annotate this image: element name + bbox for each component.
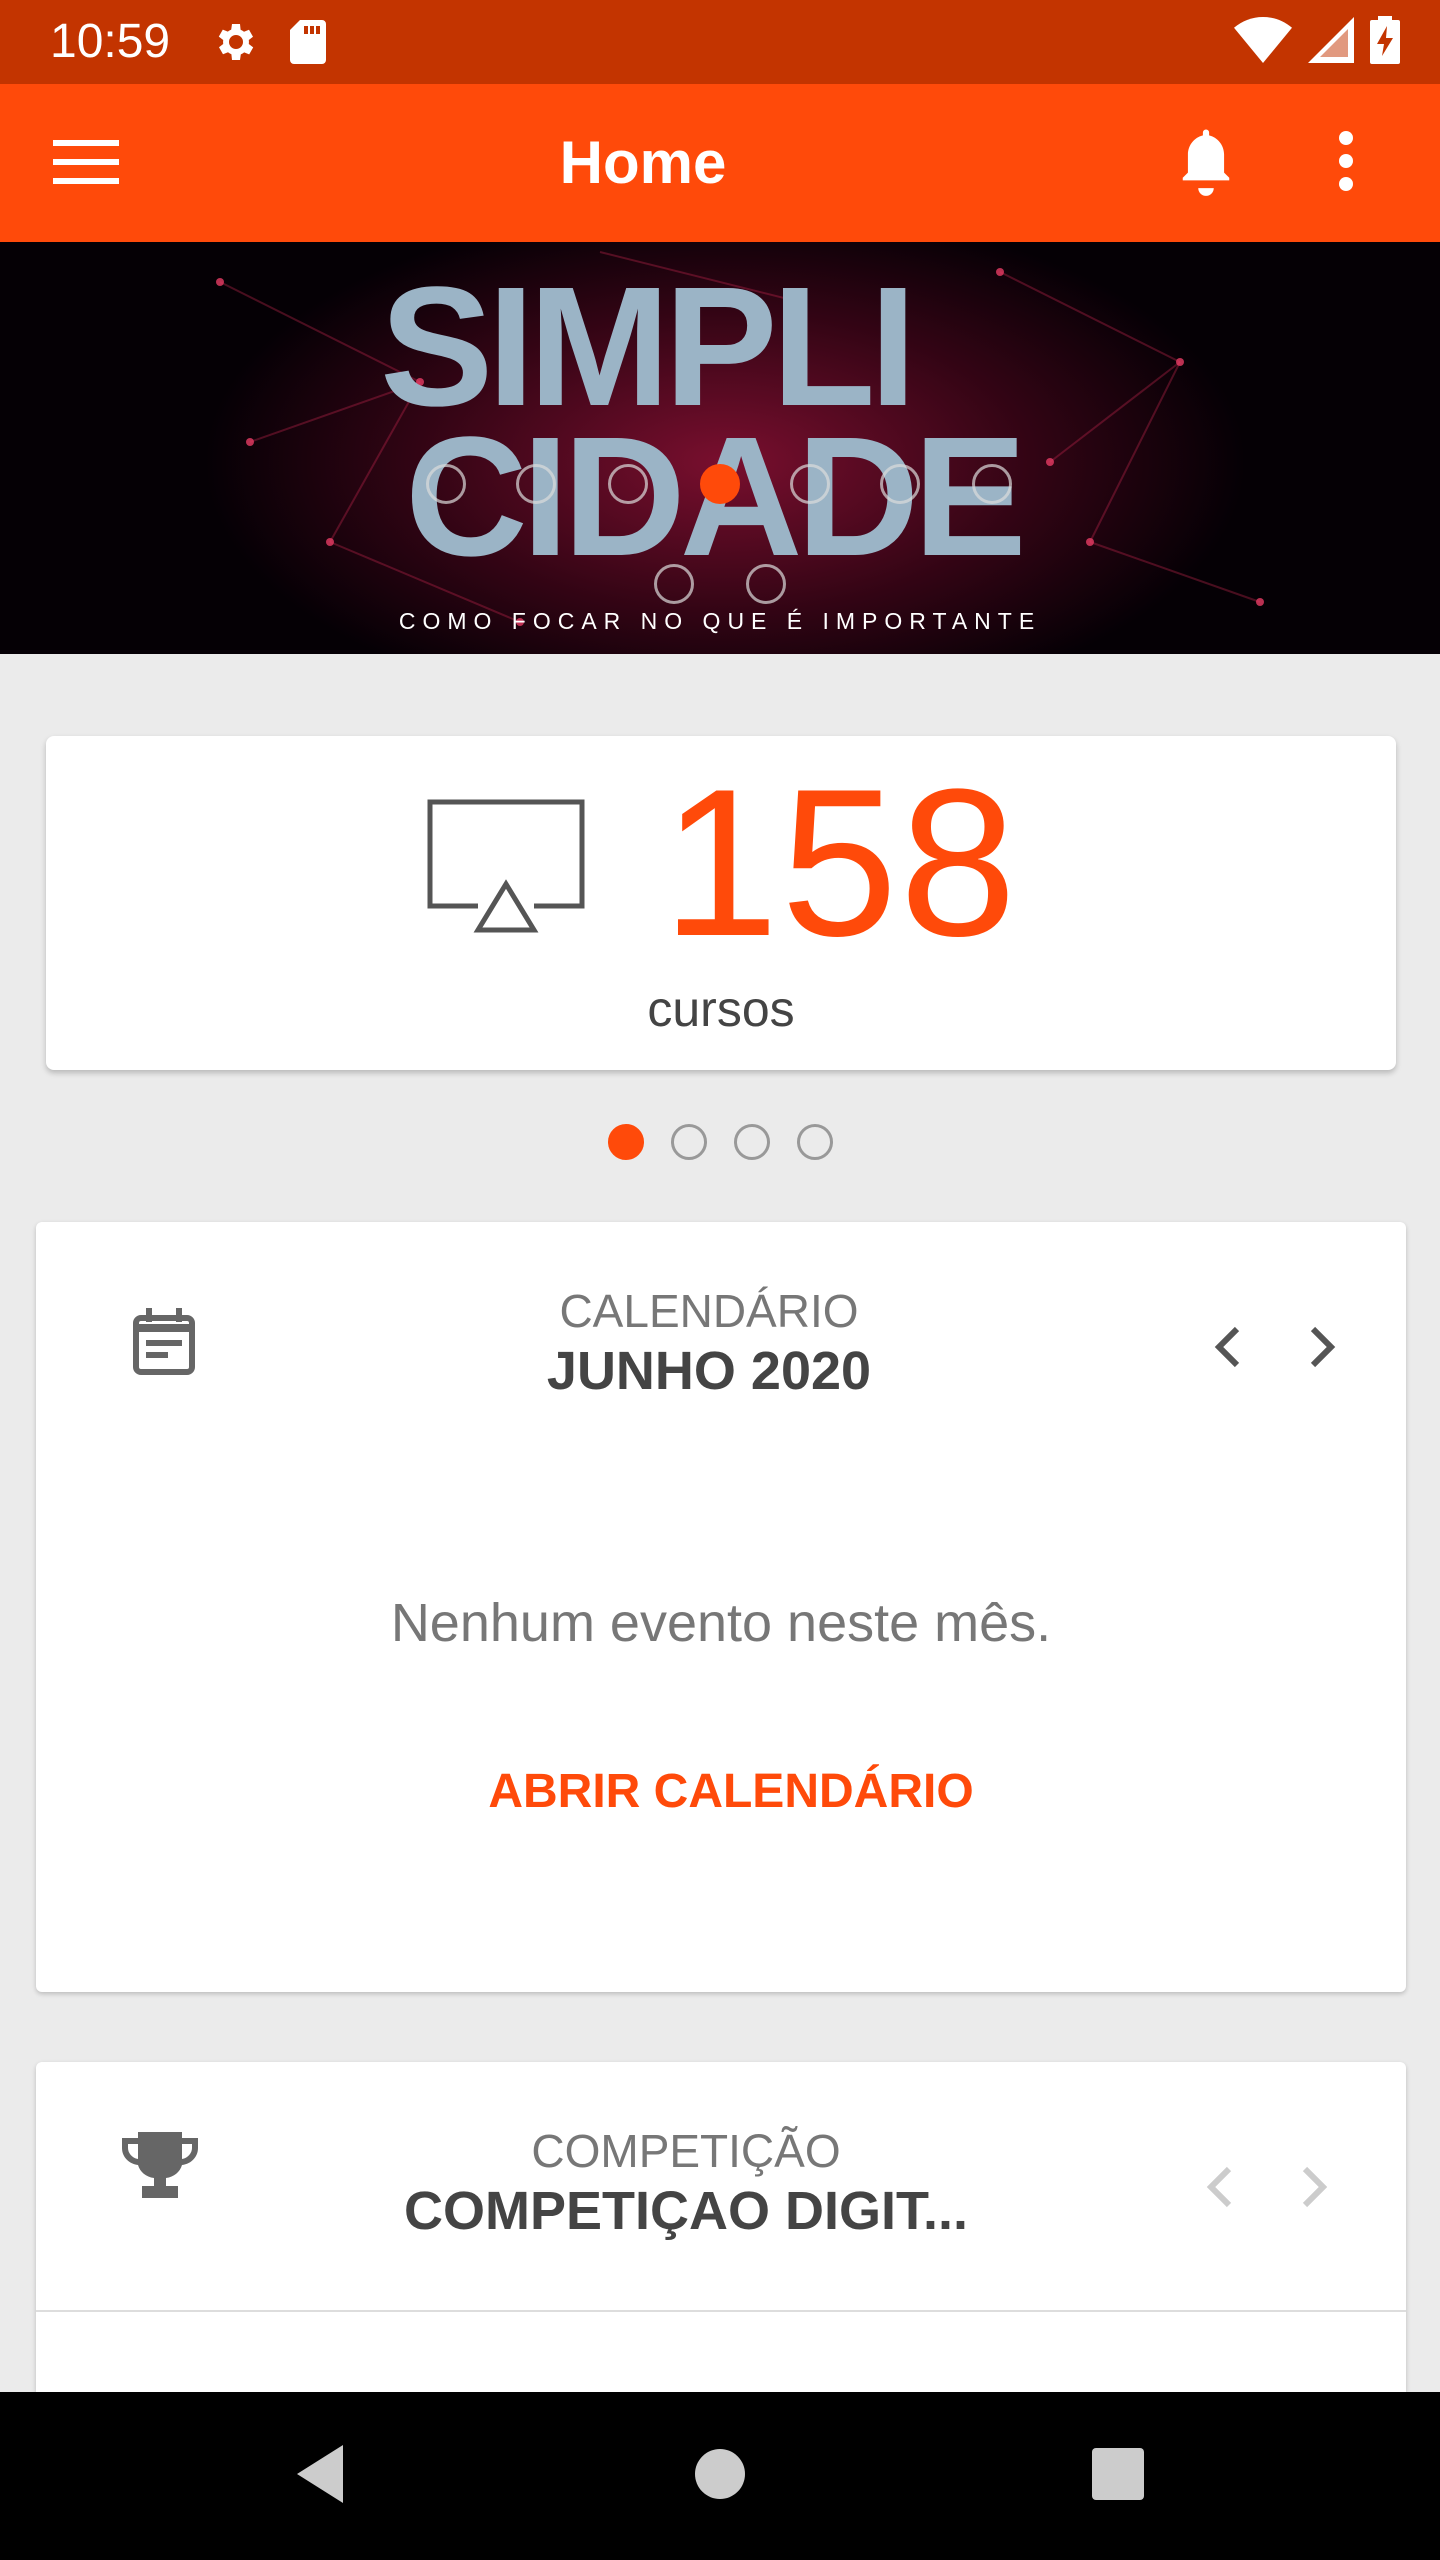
pager-dot[interactable] [671,1124,707,1160]
pager-dot[interactable] [797,1124,833,1160]
competition-caption: COMPETIÇÃO [531,2125,841,2177]
competition-next-button[interactable] [1280,2154,1350,2224]
banner-dot[interactable] [516,464,556,504]
calendar-card: CALENDÁRIO JUNHO 2020 Nenhum evento nest… [36,1222,1406,1992]
banner-dot[interactable] [608,464,648,504]
home-button[interactable] [680,2436,760,2516]
calendar-empty-message: Nenhum evento neste mês. [390,1593,1052,1653]
recents-button[interactable] [1078,2436,1158,2516]
banner-dot[interactable] [426,464,466,504]
more-options-button[interactable] [1306,120,1386,206]
banner-dot[interactable] [880,464,920,504]
banner-dot[interactable] [790,464,830,504]
calendar-caption: CALENDÁRIO [559,1285,859,1337]
home-circle-icon [694,2448,746,2505]
page-title: Home [559,129,727,196]
calendar-month: JUNHO 2020 [546,1341,872,1401]
courses-label: cursos [647,981,795,1037]
recents-square-icon [1091,2447,1145,2506]
system-nav-bar [0,2392,1440,2560]
courses-card[interactable]: 158 cursos [46,736,1396,1070]
sd-card-icon [286,18,330,71]
chevron-right-icon [1301,2165,1329,2214]
calendar-prev-button[interactable] [1192,1314,1262,1384]
cards-pager [0,1124,1440,1164]
bell-icon [1175,126,1237,201]
open-calendar-button[interactable]: ABRIR CALENDÁRIO [36,1764,1426,1819]
status-right-icons [1234,16,1400,69]
competition-prev-button[interactable] [1184,2154,1254,2224]
courses-count: 158 [662,745,1019,980]
back-button[interactable] [280,2436,360,2516]
wifi-icon [1234,17,1292,68]
airplay-tv-icon [426,798,586,939]
banner-dot[interactable] [746,564,786,604]
notifications-button[interactable] [1166,120,1246,206]
status-bar: 10:59 [0,0,1440,84]
battery-charging-icon [1370,16,1400,69]
status-left-icons [210,18,330,71]
app-bar: Home [0,84,1440,242]
banner-dot-active[interactable] [700,464,740,504]
banner-dot[interactable] [654,564,694,604]
competition-card: COMPETIÇÃO COMPETIÇAO DIGIT... [36,2062,1406,2392]
more-vertical-icon [1336,130,1356,197]
calendar-next-button[interactable] [1288,1314,1358,1384]
pager-dot[interactable] [734,1124,770,1160]
back-triangle-icon [293,2443,347,2510]
banner-dot[interactable] [972,464,1012,504]
chevron-left-icon [1205,2165,1233,2214]
chevron-left-icon [1213,1325,1241,1374]
divider [36,2310,1406,2312]
banner-subtitle: COMO FOCAR NO QUE É IMPORTANTE [398,608,1042,634]
status-time: 10:59 [50,15,171,68]
chevron-right-icon [1309,1325,1337,1374]
gear-icon [210,18,258,71]
banner-carousel[interactable]: SIMPLI CIDADE COMO FOCAR NO QUE É IMPORT… [0,242,1440,654]
competition-title: COMPETIÇAO DIGIT... [403,2181,969,2241]
pager-dot-active[interactable] [608,1124,644,1160]
signal-icon [1308,17,1354,68]
